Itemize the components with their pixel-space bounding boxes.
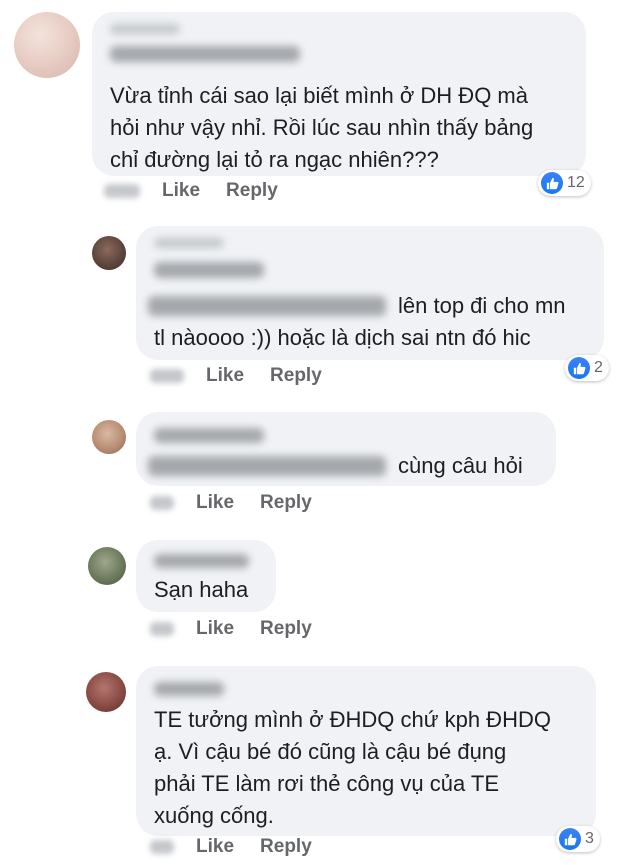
- comment-bubble: TE tưởng mình ở ĐHDQ chứ kph ĐHDQ ạ. Vì …: [136, 666, 596, 836]
- comment-text-line: chỉ đường lại tỏ ra ngạc nhiên???: [110, 147, 439, 172]
- comment-text-line: Sạn haha: [154, 577, 249, 602]
- comment-actions: Like Reply: [150, 618, 338, 640]
- avatar[interactable]: [92, 420, 126, 454]
- blurred-author-name[interactable]: [154, 554, 249, 568]
- comment-actions: Like Reply: [150, 836, 338, 858]
- comment-bubble: lên top đi cho mn tl nàoooo :)) hoặc là …: [136, 226, 604, 360]
- like-button[interactable]: Like: [162, 180, 200, 202]
- comment-text-line: ạ. Vì cậu bé đó cũng là cậu bé đụng: [154, 739, 507, 764]
- blurred-author-tag: [110, 24, 180, 34]
- comment-actions: Like Reply: [150, 365, 348, 387]
- avatar[interactable]: [88, 547, 126, 585]
- reaction-count: 12: [567, 174, 585, 191]
- blurred-timestamp[interactable]: [150, 622, 174, 636]
- reply-button[interactable]: Reply: [270, 365, 322, 387]
- blurred-timestamp[interactable]: [150, 369, 184, 383]
- avatar[interactable]: [86, 672, 126, 712]
- blurred-mention[interactable]: [148, 456, 386, 476]
- avatar[interactable]: [14, 12, 80, 78]
- reply-button[interactable]: Reply: [260, 618, 312, 640]
- like-icon: [541, 172, 563, 194]
- like-button[interactable]: Like: [206, 365, 244, 387]
- reply-button[interactable]: Reply: [260, 492, 312, 514]
- reaction-badge[interactable]: 3: [556, 826, 600, 852]
- comment-text-line: Vừa tỉnh cái sao lại biết mình ở DH ĐQ m…: [110, 83, 528, 108]
- comment-text-line: cùng câu hỏi: [398, 453, 523, 478]
- blurred-author-name[interactable]: [154, 428, 264, 443]
- comment-text-line: hỏi như vậy nhỉ. Rồi lúc sau nhìn thấy b…: [110, 115, 534, 140]
- avatar[interactable]: [92, 236, 126, 270]
- comment-actions: Like Reply: [104, 180, 304, 202]
- comment-text-line: xuống cống.: [154, 803, 274, 828]
- comment-bubble: Sạn haha: [136, 540, 276, 612]
- like-button[interactable]: Like: [196, 836, 234, 858]
- blurred-mention[interactable]: [148, 296, 386, 316]
- reaction-count: 3: [585, 830, 594, 847]
- reaction-badge[interactable]: 12: [538, 170, 591, 196]
- reply-button[interactable]: Reply: [226, 180, 278, 202]
- blurred-author-name[interactable]: [154, 262, 264, 278]
- reaction-badge[interactable]: 2: [565, 355, 609, 381]
- reaction-count: 2: [594, 359, 603, 376]
- like-button[interactable]: Like: [196, 618, 234, 640]
- reply-button[interactable]: Reply: [260, 836, 312, 858]
- blurred-timestamp[interactable]: [150, 496, 174, 510]
- blurred-author-tag: [154, 238, 224, 248]
- blurred-timestamp[interactable]: [150, 840, 174, 854]
- comment-text-line: TE tưởng mình ở ĐHDQ chứ kph ĐHDQ: [154, 707, 551, 732]
- comment-bubble: Vừa tỉnh cái sao lại biết mình ở DH ĐQ m…: [92, 12, 586, 176]
- like-icon: [568, 357, 590, 379]
- blurred-author-name[interactable]: [110, 46, 300, 62]
- comment-text-line: tl nàoooo :)) hoặc là dịch sai ntn đó hi…: [154, 325, 531, 350]
- blurred-timestamp[interactable]: [104, 184, 140, 198]
- comment-text-line: phải TE làm rơi thẻ công vụ của TE: [154, 771, 500, 796]
- comment-actions: Like Reply: [150, 492, 338, 514]
- comment-bubble: cùng câu hỏi: [136, 412, 556, 486]
- comment-text-line: lên top đi cho mn: [398, 293, 566, 318]
- blurred-author-name[interactable]: [154, 682, 224, 696]
- like-button[interactable]: Like: [196, 492, 234, 514]
- like-icon: [559, 828, 581, 850]
